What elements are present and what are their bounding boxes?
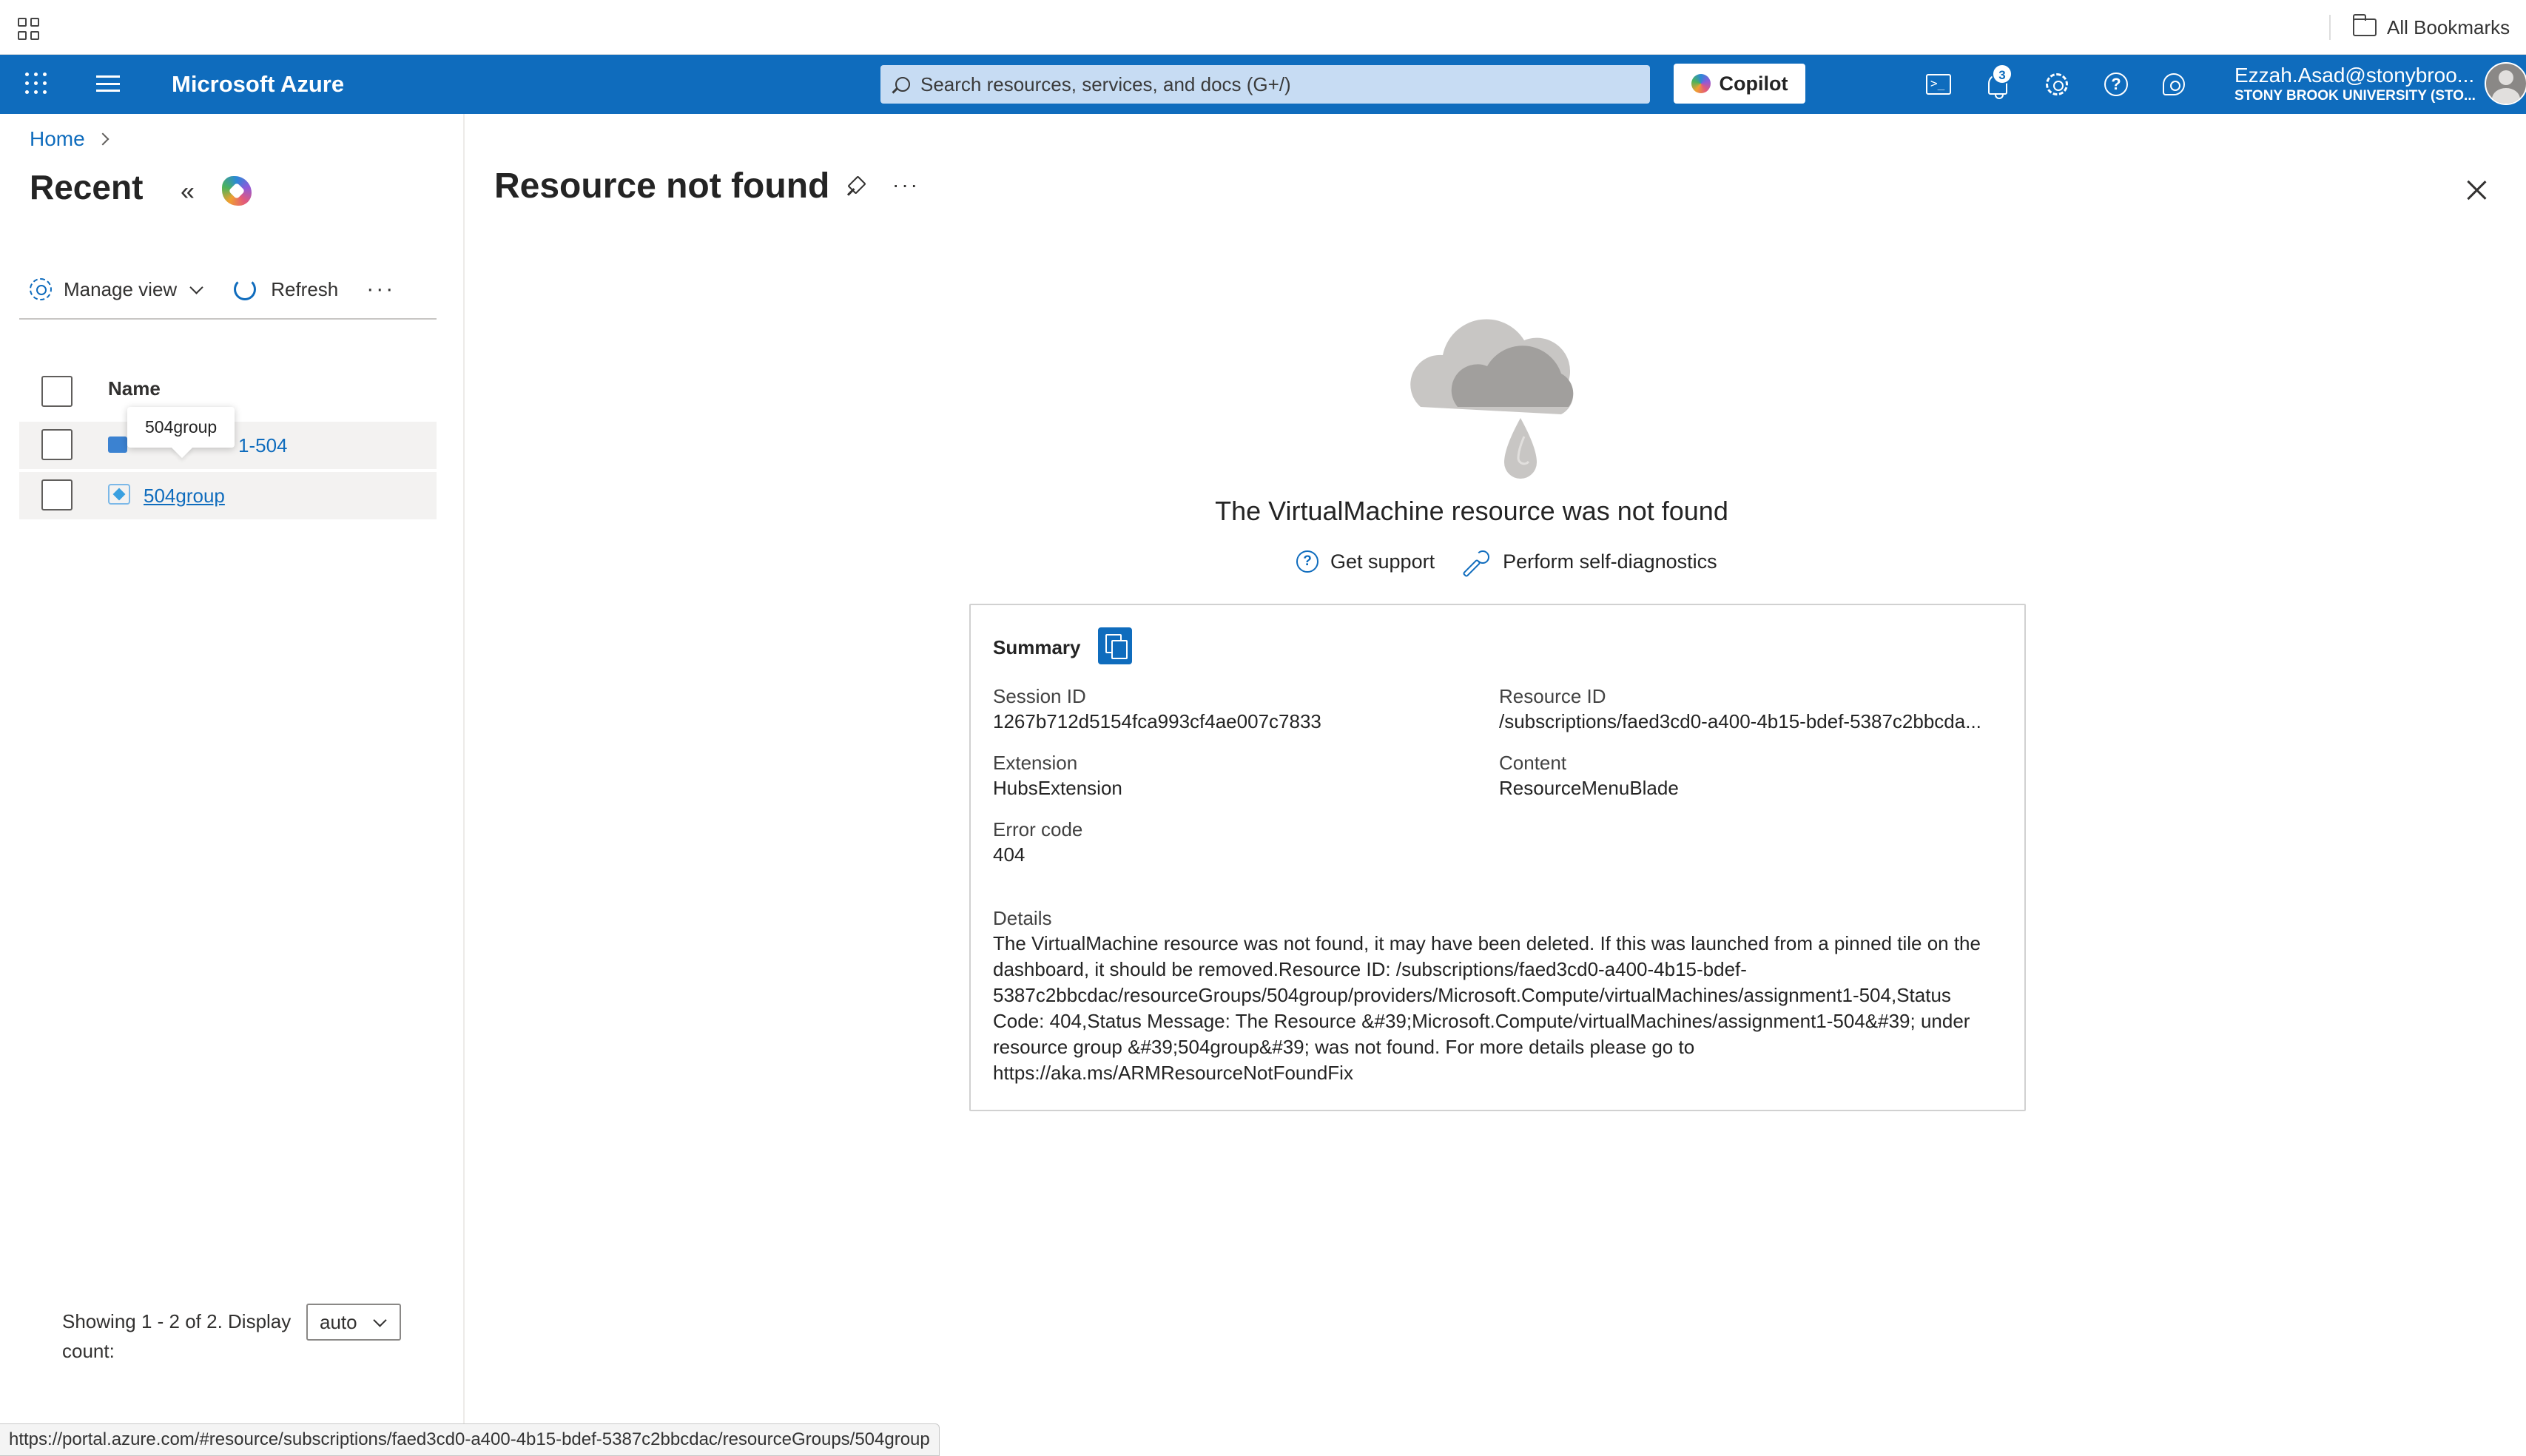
gear-icon [30, 278, 52, 300]
brand-title[interactable]: Microsoft Azure [172, 70, 344, 99]
gear-icon [2046, 73, 2068, 95]
browser-bookmarks-bar: All Bookmarks [0, 0, 2526, 55]
content-label: Content [1499, 752, 1567, 774]
copy-summary-button[interactable] [1098, 627, 1132, 664]
summary-card: Summary Session ID 1267b712d5154fca993cf… [969, 604, 2026, 1111]
error-heading: The VirtualMachine resource was not foun… [1215, 496, 1728, 526]
page-title: Resource not found [494, 166, 830, 206]
azure-top-nav: Microsoft Azure Search resources, servic… [0, 55, 2526, 114]
more-options-button[interactable]: ··· [366, 277, 395, 302]
toolbar-divider [19, 318, 437, 320]
chevron-down-icon [373, 1313, 387, 1327]
summary-title: Summary [993, 636, 1081, 658]
virtual-machine-icon [108, 437, 127, 453]
search-placeholder: Search resources, services, and docs (G+… [920, 73, 1291, 95]
copilot-icon [1691, 74, 1711, 93]
self-diagnostics-link[interactable]: Perform self-diagnostics [1503, 550, 1717, 573]
cloud-shell-button[interactable]: >_ [1924, 70, 1953, 99]
session-id-value: 1267b712d5154fca993cf4ae007c7833 [993, 710, 1321, 732]
error-heading-wrap: The VirtualMachine resource was not foun… [0, 496, 2526, 527]
blade-more-button[interactable]: ··· [892, 173, 920, 197]
global-search-input[interactable]: Search resources, services, and docs (G+… [880, 65, 1650, 104]
row-checkbox[interactable] [41, 429, 73, 460]
chevron-down-icon[interactable] [189, 280, 203, 294]
notifications-badge: 3 [1992, 64, 2013, 84]
refresh-icon [234, 278, 257, 300]
resource-name-tooltip: 504group [127, 407, 235, 448]
feedback-icon [2163, 73, 2185, 95]
recent-toolbar: Manage view Refresh ··· [30, 277, 395, 302]
account-menu[interactable]: Ezzah.Asad@stonybroo... STONY BROOK UNIV… [2234, 64, 2476, 105]
portal-menu-icon[interactable] [96, 75, 120, 92]
select-all-checkbox[interactable] [41, 376, 73, 407]
help-icon: ? [2104, 73, 2128, 96]
details-label: Details [993, 907, 1052, 929]
cloud-rain-illustration [1410, 319, 1574, 479]
row-resource-link[interactable]: 1-504 [238, 434, 288, 457]
details-text: The VirtualMachine resource was not foun… [993, 932, 1981, 1084]
column-header-name[interactable]: Name [108, 377, 161, 400]
recent-title: Recent [30, 168, 144, 206]
search-icon [895, 77, 910, 92]
all-bookmarks-label: All Bookmarks [2387, 16, 2510, 38]
close-icon[interactable] [2464, 178, 2489, 203]
app-launcher-icon[interactable] [25, 73, 47, 95]
resource-id-value: /subscriptions/faed3cd0-a400-4b15-bdef-5… [1499, 710, 1981, 732]
display-count-value: auto [320, 1310, 357, 1333]
apps-grid-icon[interactable] [18, 18, 40, 40]
error-code-label: Error code [993, 818, 1083, 840]
resource-id-label: Resource ID [1499, 685, 1606, 707]
error-code-value: 404 [993, 843, 1025, 866]
collapse-pane-icon[interactable]: « [181, 179, 195, 204]
manage-view-button[interactable]: Manage view [64, 278, 177, 301]
user-email: Ezzah.Asad@stonybroo... [2234, 64, 2475, 87]
content-value: ResourceMenuBlade [1499, 777, 1679, 799]
all-bookmarks-button[interactable]: All Bookmarks [2353, 14, 2510, 40]
question-circle-icon: ? [1296, 550, 1318, 573]
extension-label: Extension [993, 752, 1078, 774]
wrench-icon [1466, 549, 1491, 574]
pagination-summary: Showing 1 - 2 of 2. Display count: [62, 1310, 292, 1362]
extension-value: HubsExtension [993, 777, 1122, 799]
copilot-label: Copilot [1719, 72, 1788, 95]
terminal-icon: >_ [1926, 74, 1951, 95]
copilot-icon[interactable] [222, 176, 252, 206]
get-support-link[interactable]: Get support [1330, 550, 1435, 573]
session-id-label: Session ID [993, 685, 1086, 707]
feedback-button[interactable] [2159, 70, 2189, 99]
refresh-button[interactable]: Refresh [271, 278, 338, 301]
recent-pane: Recent « Manage view Refresh ··· Name 1-… [0, 114, 465, 1456]
folder-icon [2353, 14, 2377, 36]
display-count-select[interactable]: auto [306, 1304, 401, 1341]
settings-button[interactable] [2042, 70, 2072, 99]
copilot-button[interactable]: Copilot [1674, 64, 1805, 104]
avatar[interactable] [2485, 62, 2526, 105]
user-directory: STONY BROOK UNIVERSITY (STO... [2234, 88, 2476, 104]
bookmarks-separator [2329, 15, 2331, 40]
help-button[interactable]: ? [2101, 70, 2131, 99]
help-links: ? Get support Perform self-diagnostics [1296, 549, 1717, 574]
status-bar-url: https://portal.azure.com/#resource/subsc… [0, 1423, 940, 1456]
pin-icon[interactable] [845, 176, 866, 197]
